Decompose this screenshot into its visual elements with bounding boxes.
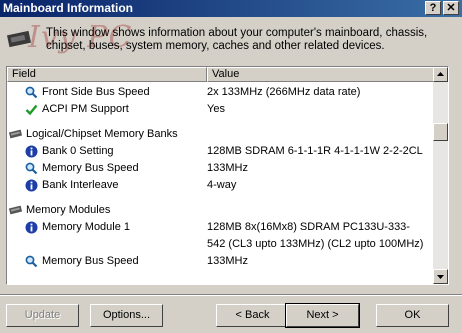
back-button[interactable]: < Back xyxy=(216,304,289,327)
field-label: Logical/Chipset Memory Banks xyxy=(26,128,178,140)
info-list[interactable]: Field Value Front Side Bus Speed 2x 133MH… xyxy=(6,66,449,285)
field-value: 133MHz xyxy=(207,255,248,267)
mainboard-chip-icon xyxy=(6,30,32,48)
list-item[interactable]: Bank 0 Setting 128MB SDRAM 6-1-1-1R 4-1-1… xyxy=(7,143,435,159)
field-value: Yes xyxy=(207,103,225,115)
list-item[interactable]: Front Side Bus Speed 2x 133MHz (266MHz da… xyxy=(7,84,435,100)
field-value: 128MB 8x(16Mx8) SDRAM PC133U-333- xyxy=(207,221,410,233)
window-description: This window shows information about your… xyxy=(46,27,428,52)
field-label: Bank Interleave xyxy=(42,179,119,191)
field-label: Memory Modules xyxy=(26,204,111,216)
info-icon xyxy=(25,221,38,234)
options-button[interactable]: Options... xyxy=(90,304,163,327)
scroll-up-button[interactable] xyxy=(433,67,448,82)
list-item[interactable]: Memory Module 1 128MB 8x(16Mx8) SDRAM PC1… xyxy=(7,219,435,235)
memory-chip-icon xyxy=(8,204,23,217)
title-bar: Mainboard Information ? ✕ xyxy=(0,0,462,17)
magnifier-icon xyxy=(25,255,38,268)
field-value: 4-way xyxy=(207,179,237,191)
arrow-down-icon xyxy=(437,275,444,279)
field-value: 133MHz xyxy=(207,162,248,174)
list-item[interactable]: Memory Bus Speed 133MHz xyxy=(7,253,435,269)
list-item[interactable]: Bank Interleave 4-way xyxy=(7,177,435,193)
info-icon xyxy=(25,179,38,192)
field-label: Memory Module 1 xyxy=(42,221,131,233)
vertical-scrollbar[interactable] xyxy=(433,67,448,284)
close-button[interactable]: ✕ xyxy=(443,1,459,15)
field-label: Front Side Bus Speed xyxy=(42,86,150,98)
update-button[interactable]: Update xyxy=(6,304,79,327)
column-header-field[interactable]: Field xyxy=(7,67,207,82)
field-label: Memory Bus Speed xyxy=(42,162,139,174)
checkmark-icon xyxy=(25,103,38,116)
magnifier-icon xyxy=(25,86,38,99)
field-value: 542 (CL3 upto 133MHz) (CL2 upto 100MHz) xyxy=(207,238,424,250)
help-button[interactable]: ? xyxy=(425,1,441,15)
field-value: 128MB SDRAM 6-1-1-1R 4-1-1-1W 2-2-2CL xyxy=(207,145,423,157)
separator xyxy=(0,294,462,296)
list-item[interactable]: 542 (CL3 upto 133MHz) (CL2 upto 100MHz) xyxy=(7,236,435,252)
ok-button[interactable]: OK xyxy=(376,304,449,327)
field-label: ACPI PM Support xyxy=(42,103,129,115)
field-label: Memory Bus Speed xyxy=(42,255,139,267)
scroll-thumb[interactable] xyxy=(433,123,448,141)
column-header-value[interactable]: Value xyxy=(207,67,435,82)
list-item[interactable]: ACPI PM Support Yes xyxy=(7,101,435,117)
window-title: Mainboard Information xyxy=(3,1,133,15)
magnifier-icon xyxy=(25,162,38,175)
group-row[interactable]: Logical/Chipset Memory Banks xyxy=(7,126,435,142)
field-value: 2x 133MHz (266MHz data rate) xyxy=(207,86,361,98)
arrow-up-icon xyxy=(437,72,444,76)
scroll-down-button[interactable] xyxy=(433,269,448,284)
field-label: Bank 0 Setting xyxy=(42,145,114,157)
info-icon xyxy=(25,145,38,158)
memory-chip-icon xyxy=(8,128,23,141)
list-item[interactable]: Memory Bus Speed 133MHz xyxy=(7,160,435,176)
next-button[interactable]: Next > xyxy=(285,303,360,328)
group-row[interactable]: Memory Modules xyxy=(7,202,435,218)
